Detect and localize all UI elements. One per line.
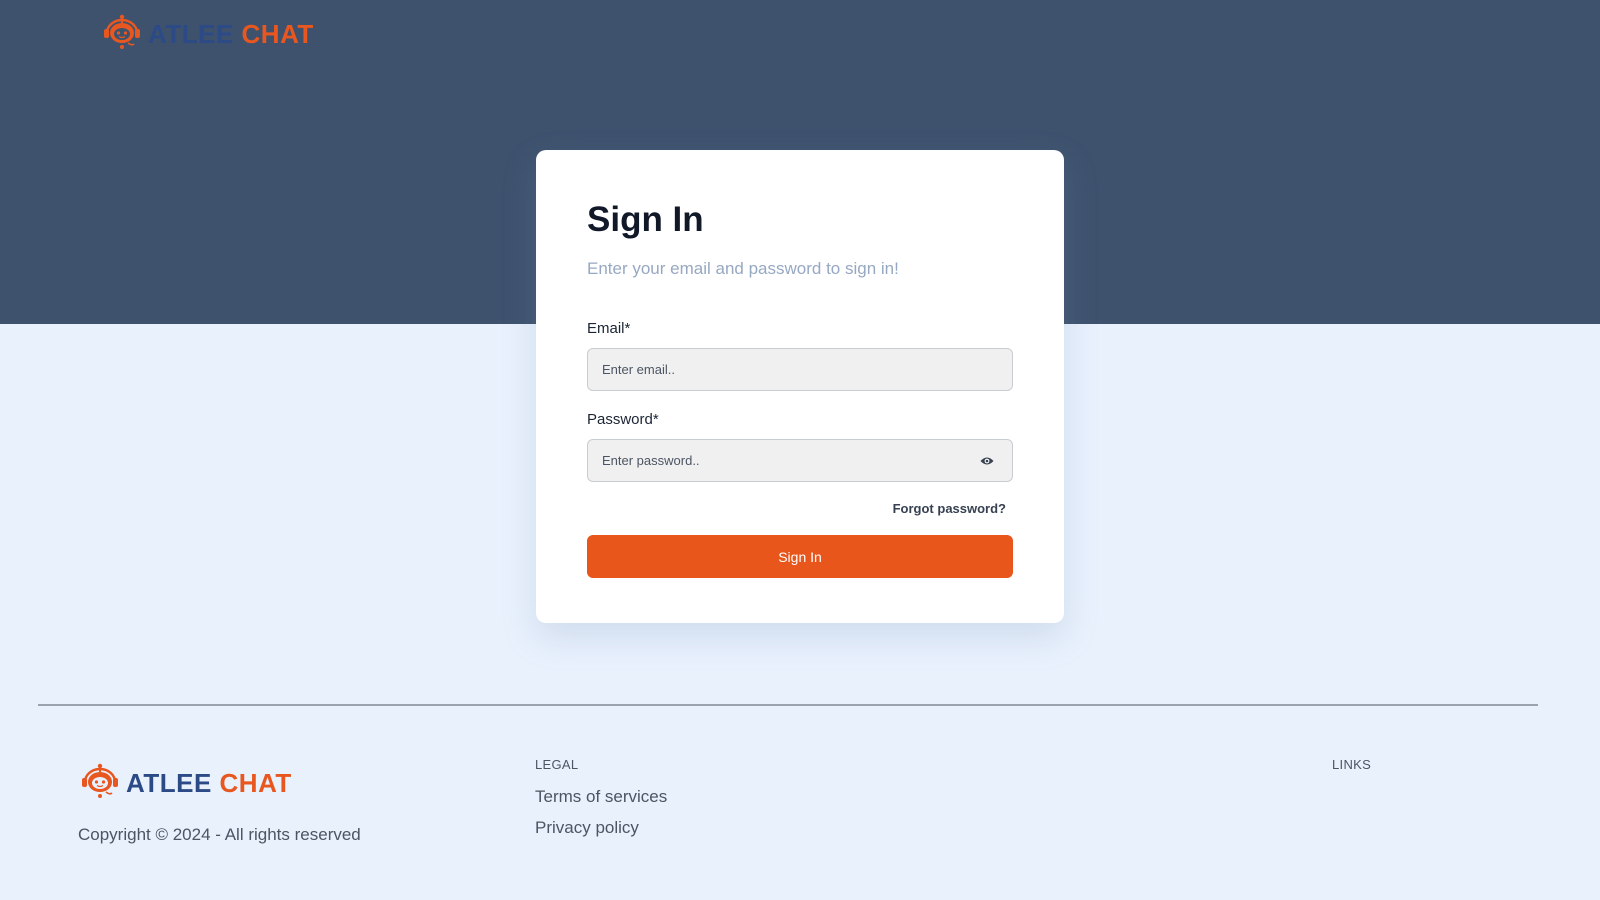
footer-logo[interactable]: ATLEE CHAT <box>80 763 292 804</box>
email-input[interactable] <box>602 362 998 377</box>
logo-word-atlee: ATLEE <box>126 768 212 798</box>
copyright-text: Copyright © 2024 - All rights reserved <box>78 825 361 844</box>
email-label: Email* <box>587 320 631 337</box>
robot-icon <box>102 14 142 55</box>
eye-icon[interactable] <box>976 450 998 472</box>
logo-word-atlee: ATLEE <box>148 19 234 49</box>
password-input[interactable] <box>602 453 976 468</box>
legal-heading: LEGAL <box>535 757 579 772</box>
robot-icon <box>80 763 120 804</box>
sign-in-button[interactable]: Sign In <box>587 535 1013 578</box>
terms-link[interactable]: Terms of services <box>535 787 667 807</box>
password-field-box <box>587 439 1013 482</box>
privacy-link[interactable]: Privacy policy <box>535 818 639 838</box>
email-field-box <box>587 348 1013 391</box>
forgot-password-link[interactable]: Forgot password? <box>893 501 1006 516</box>
signin-card: Sign In Enter your email and password to… <box>536 150 1064 623</box>
footer-divider <box>38 704 1538 706</box>
links-heading: LINKS <box>1332 757 1372 772</box>
logo-word-chat: CHAT <box>219 768 292 798</box>
logo-text: ATLEE CHAT <box>126 768 292 799</box>
logo-word-chat: CHAT <box>241 19 314 49</box>
header-logo[interactable]: ATLEE CHAT <box>102 14 314 55</box>
logo-text: ATLEE CHAT <box>148 19 314 50</box>
page-subtitle: Enter your email and password to sign in… <box>587 259 899 278</box>
password-label: Password* <box>587 411 659 428</box>
page-title: Sign In <box>587 200 704 239</box>
